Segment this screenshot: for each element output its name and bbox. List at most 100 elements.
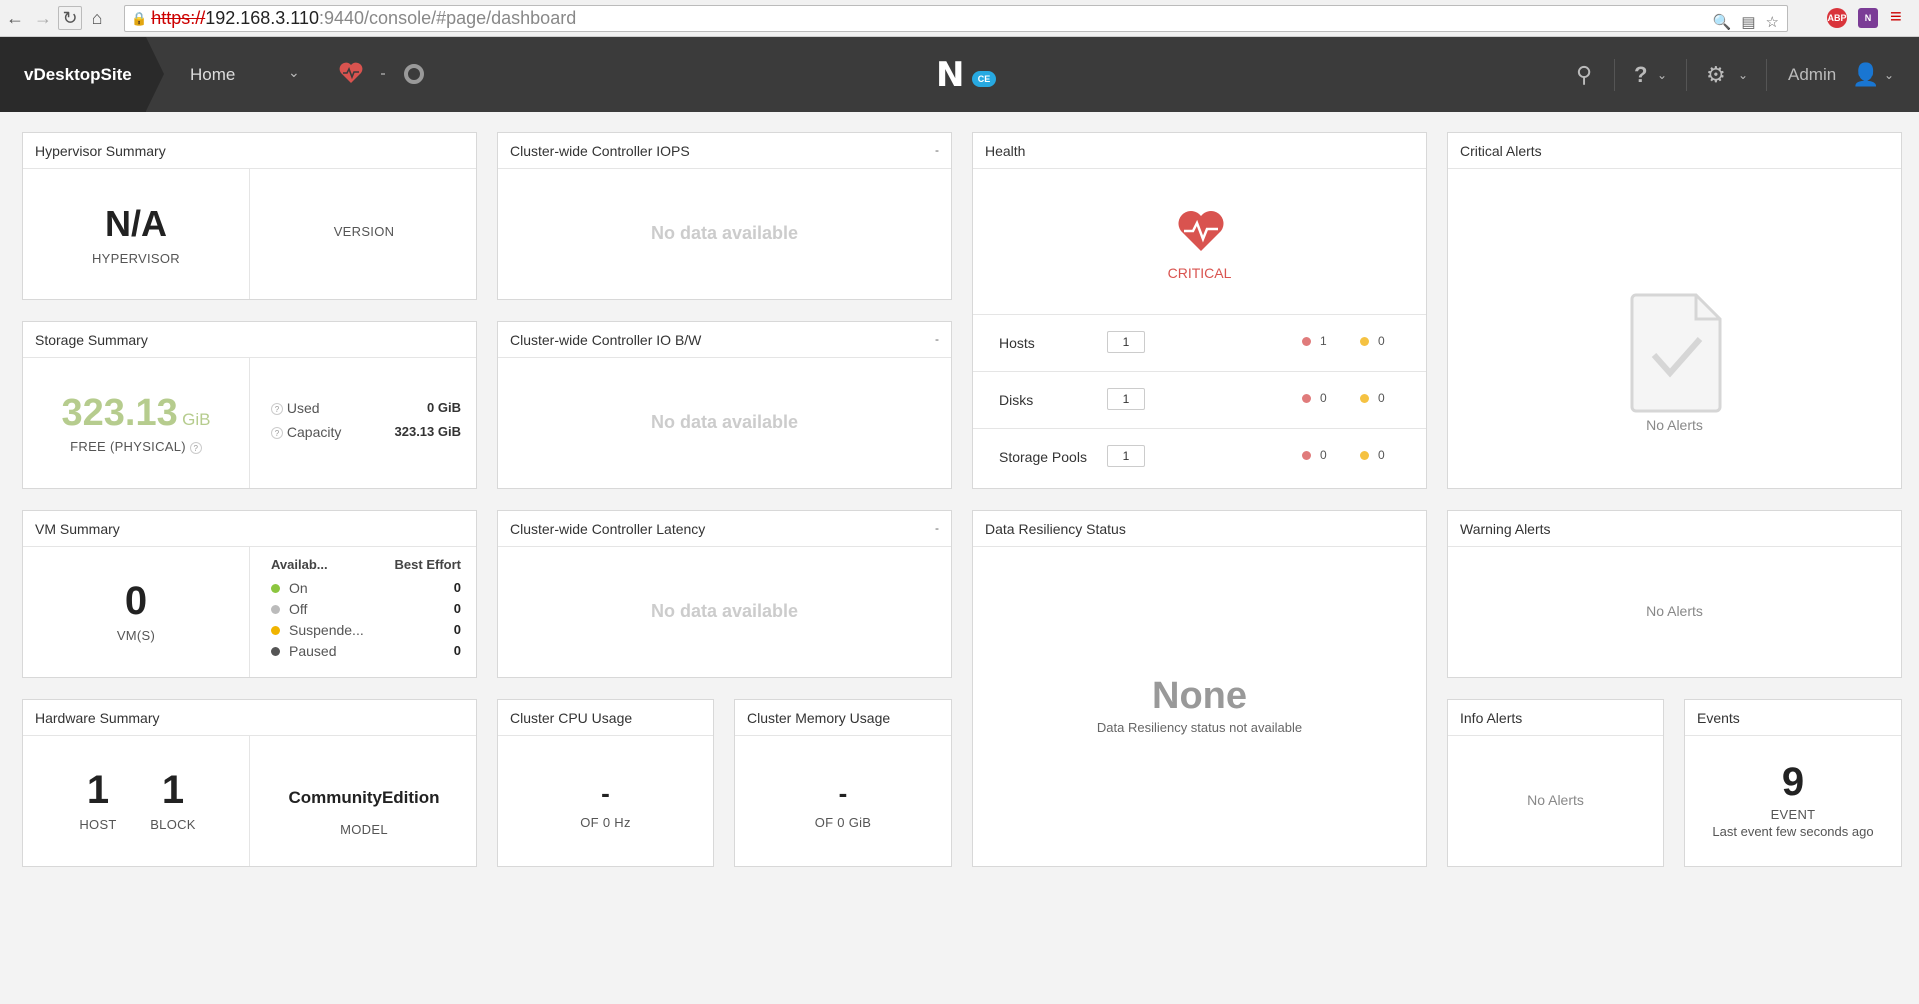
widget-title: Cluster-wide Controller IO B/W: [498, 322, 951, 358]
widget-title: Events: [1685, 700, 1901, 736]
health-heart-icon[interactable]: [338, 61, 364, 85]
block-label: BLOCK: [150, 817, 196, 832]
app-header: vDesktopSite Home ⌄ N CE ⚲ ? ⌄ ⚙ ⌄ Admin…: [0, 37, 1919, 112]
gear-chevron-icon[interactable]: ⌄: [1738, 37, 1748, 112]
vm-status-value: 0: [453, 643, 461, 658]
widget-title: VM Summary: [23, 511, 476, 547]
forward-arrow-icon[interactable]: →: [30, 5, 56, 31]
no-data-message: No data available: [650, 223, 799, 243]
warning-count: 0: [1378, 448, 1385, 462]
critical-count: 0: [1320, 448, 1327, 462]
widget-menu-dash[interactable]: -: [935, 143, 939, 157]
vm-summary-widget[interactable]: VM Summary 0 VM(S) Availab... Best Effor…: [22, 510, 477, 678]
health-widget[interactable]: Health CRITICAL Hosts 1 1 0 Disks 1 0 0 Storage …: [972, 132, 1427, 489]
bookmark-star-icon[interactable]: ☆: [1766, 13, 1779, 31]
onenote-extension-icon[interactable]: N: [1858, 8, 1878, 28]
vm-label: VM(S): [116, 628, 156, 643]
reload-icon[interactable]: ↻: [58, 6, 82, 30]
adblock-extension-icon[interactable]: ABP: [1827, 8, 1847, 28]
health-row-disks[interactable]: Disks 1 0 0: [973, 372, 1426, 429]
widget-title: Cluster-wide Controller Latency: [498, 511, 951, 547]
tasks-ring-icon[interactable]: [404, 64, 424, 84]
cluster-cpu-widget[interactable]: Cluster CPU Usage - OF 0 Hz: [497, 699, 714, 867]
health-row-hosts[interactable]: Hosts 1 1 0: [973, 315, 1426, 372]
cpu-sub: OF 0 Hz: [580, 815, 631, 830]
translate-icon[interactable]: ▤: [1741, 13, 1755, 31]
user-chevron-icon[interactable]: ⌄: [1884, 37, 1894, 112]
help-circle-icon[interactable]: ?: [271, 427, 283, 440]
controller-io-bw-widget[interactable]: Cluster-wide Controller IO B/W - No data…: [497, 321, 952, 489]
used-label: Used: [286, 400, 320, 416]
vm-status-label: Paused: [289, 642, 337, 659]
zoom-icon[interactable]: 🔍: [1713, 13, 1732, 31]
health-count-box[interactable]: 1: [1107, 388, 1145, 410]
critical-alerts-widget[interactable]: Critical Alerts No Alerts: [1447, 132, 1902, 489]
widget-title: Hardware Summary: [23, 700, 476, 736]
help-chevron-icon[interactable]: ⌄: [1657, 37, 1667, 112]
widget-menu-dash[interactable]: -: [935, 521, 939, 535]
chrome-menu-icon[interactable]: ≡: [1890, 6, 1902, 29]
health-count-box[interactable]: 1: [1107, 445, 1145, 467]
events-count: 9: [1781, 760, 1805, 804]
status-dot-icon: [271, 584, 280, 594]
events-widget[interactable]: Events 9 EVENT Last event few seconds ag…: [1684, 699, 1902, 867]
critical-count: 1: [1320, 334, 1327, 348]
warning-alerts-widget[interactable]: Warning Alerts No Alerts: [1447, 510, 1902, 678]
controller-iops-widget[interactable]: Cluster-wide Controller IOPS - No data a…: [497, 132, 952, 300]
vm-col-availability: Availab...: [271, 557, 328, 572]
no-alerts-message: No Alerts: [1646, 603, 1703, 619]
vm-status-value: 0: [453, 601, 461, 616]
controller-latency-widget[interactable]: Cluster-wide Controller Latency - No dat…: [497, 510, 952, 678]
vm-status-row: Off 0: [271, 598, 461, 619]
memory-sub: OF 0 GiB: [814, 815, 872, 830]
back-arrow-icon[interactable]: ←: [2, 5, 28, 31]
user-menu[interactable]: Admin: [1788, 37, 1836, 112]
user-icon[interactable]: 👤: [1852, 37, 1879, 112]
address-bar[interactable]: 🔒 https:// 192.168.3.110 :9440/console/#…: [124, 5, 1788, 32]
health-row-label: Hosts: [999, 335, 1035, 351]
vm-status-value: 0: [453, 580, 461, 595]
vm-col-best-effort: Best Effort: [394, 557, 461, 572]
home-icon[interactable]: ⌂: [84, 5, 110, 31]
hypervisor-summary-widget[interactable]: Hypervisor Summary N/A HYPERVISOR VERSIO…: [22, 132, 477, 300]
resiliency-value: None: [1152, 675, 1247, 717]
warning-count: 0: [1378, 334, 1385, 348]
search-icon[interactable]: ⚲: [1576, 37, 1592, 112]
chevron-down-icon[interactable]: ⌄: [288, 64, 300, 81]
health-count-box[interactable]: 1: [1107, 331, 1145, 353]
cluster-memory-widget[interactable]: Cluster Memory Usage - OF 0 GiB: [734, 699, 952, 867]
storage-summary-widget[interactable]: Storage Summary 323.13 GiB FREE (PHYSICA…: [22, 321, 477, 489]
warning-dot-icon: [1360, 451, 1369, 460]
help-icon[interactable]: ?: [1634, 37, 1647, 112]
widget-title: Hypervisor Summary: [23, 133, 476, 169]
info-alerts-widget[interactable]: Info Alerts No Alerts: [1447, 699, 1664, 867]
health-row-storage-pools[interactable]: Storage Pools 1 0 0: [973, 429, 1426, 486]
vm-status-row: Paused 0: [271, 640, 461, 661]
url-host: 192.168.3.110: [205, 8, 319, 28]
vm-status-value: 0: [453, 622, 461, 637]
vm-status-row: On 0: [271, 577, 461, 598]
widget-title: Cluster Memory Usage: [735, 700, 951, 736]
model-value: CommunityEdition: [288, 788, 440, 807]
no-alerts-message: No Alerts: [1646, 417, 1703, 433]
critical-count: 0: [1320, 391, 1327, 405]
hardware-summary-widget[interactable]: Hardware Summary 1 HOST 1 BLOCK Communit…: [22, 699, 477, 867]
warning-dot-icon: [1360, 337, 1369, 346]
widget-title: Info Alerts: [1448, 700, 1663, 736]
vm-status-label: Suspende...: [289, 621, 364, 638]
document-check-icon: [1630, 293, 1722, 413]
block-count: 1: [161, 768, 185, 812]
widget-title: Cluster CPU Usage: [498, 700, 713, 736]
widget-menu-dash[interactable]: -: [935, 332, 939, 346]
help-circle-icon[interactable]: ?: [271, 403, 283, 416]
home-menu[interactable]: Home: [190, 37, 235, 112]
gear-icon[interactable]: ⚙: [1706, 37, 1726, 112]
storage-free-label: FREE (PHYSICAL): [70, 439, 186, 454]
data-resiliency-widget[interactable]: Data Resiliency Status None Data Resilie…: [972, 510, 1427, 867]
site-name[interactable]: vDesktopSite: [0, 37, 164, 112]
critical-dot-icon: [1302, 451, 1311, 460]
warning-count: 0: [1378, 391, 1385, 405]
resiliency-sub: Data Resiliency status not available: [1096, 720, 1303, 735]
vm-count: 0: [124, 579, 148, 623]
help-circle-icon[interactable]: ?: [189, 441, 202, 454]
